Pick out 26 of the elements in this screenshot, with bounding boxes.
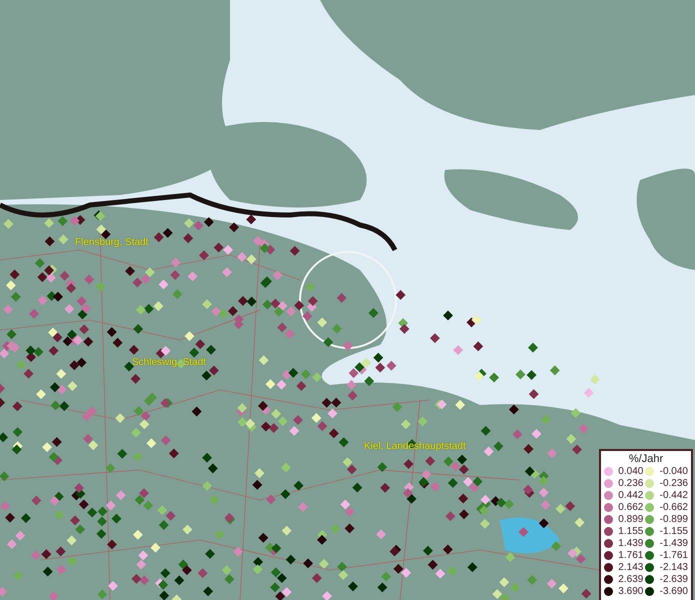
legend-value: 1.761 [617,550,644,561]
legend-value: -0.899 [658,514,688,525]
place-label: Kiel, Landeshauptstadt [364,441,466,452]
legend-value: -3.690 [658,586,688,597]
legend-value: 0.442 [617,490,644,501]
legend-value: -2.143 [658,562,688,573]
legend-value: 1.439 [617,538,644,549]
legend-value: -0.236 [658,478,688,489]
legend-value: 2.639 [617,574,644,585]
legend-value: -0.040 [658,466,688,477]
legend-title: %/Jahr [628,453,664,465]
legend-value: 2.143 [617,562,644,573]
place-label: Schleswig, Stadt [132,357,206,368]
legend-value: 0.899 [617,514,644,525]
legend-value: -1.439 [658,538,688,549]
legend-value: -0.662 [658,502,688,513]
legend-value: 0.040 [617,466,644,477]
legend-value: 1.155 [617,526,644,537]
legend-value: -2.639 [658,574,688,585]
legend-value: -1.155 [658,526,688,537]
legend-value: 0.662 [617,502,644,513]
legend-value: -0.442 [658,490,688,501]
legend-value: -1.761 [658,550,688,561]
legend-value: 0.236 [617,478,644,489]
legend-value: 3.690 [617,586,644,597]
place-label: Flensburg, Stadt [75,237,148,248]
